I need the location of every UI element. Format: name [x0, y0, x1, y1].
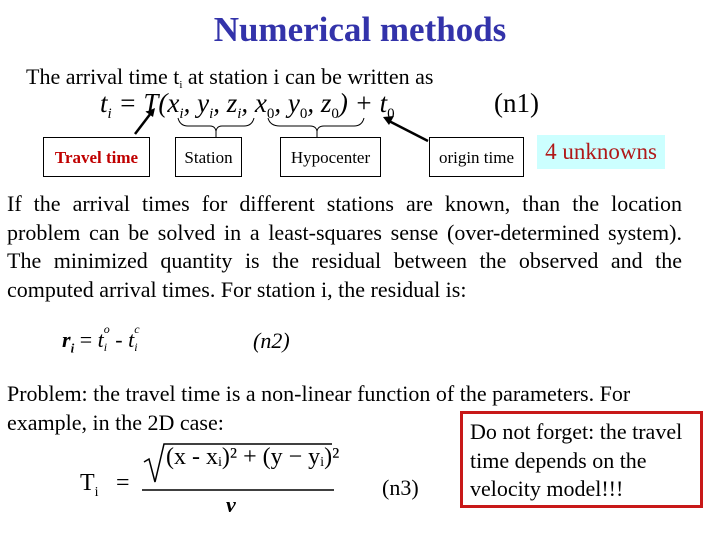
eq3-denominator: v: [226, 492, 236, 517]
eq2-minus: -: [109, 327, 129, 352]
eq2-lhs: r: [62, 327, 71, 352]
station-label: Station: [175, 137, 242, 177]
equation-n3-number: (n3): [382, 475, 419, 500]
eq2-sub-i: i: [103, 340, 108, 354]
velocity-model-note: Do not forget: the travel time depends o…: [460, 411, 703, 508]
equation-n2: ri = toi - tci: [62, 322, 140, 356]
hypocenter-label: Hypocenter: [280, 137, 381, 177]
hypocenter-brace: [267, 117, 365, 132]
eq2-equals: =: [74, 327, 98, 352]
station-brace: [177, 117, 255, 132]
origin-time-arrow: [388, 119, 429, 143]
least-squares-paragraph: If the arrival times for different stati…: [7, 191, 682, 302]
eq2-sup-c: c: [134, 322, 140, 336]
travel-time-label: Travel time: [43, 137, 150, 177]
travel-time-arrow: [134, 112, 152, 135]
origin-time-label: origin time: [429, 137, 524, 177]
eq3-numerator: (x - xᵢ)² + (y − yᵢ)²: [166, 444, 340, 470]
equation-n2-number: (n2): [253, 328, 290, 353]
equation-n3: Ti = (x - xᵢ)² + (y − yᵢ)² v: [80, 440, 350, 530]
eq2-sup-o: o: [103, 322, 110, 336]
eq2-sub-i: i: [134, 340, 138, 354]
unknowns-badge: 4 unknowns: [537, 135, 665, 169]
